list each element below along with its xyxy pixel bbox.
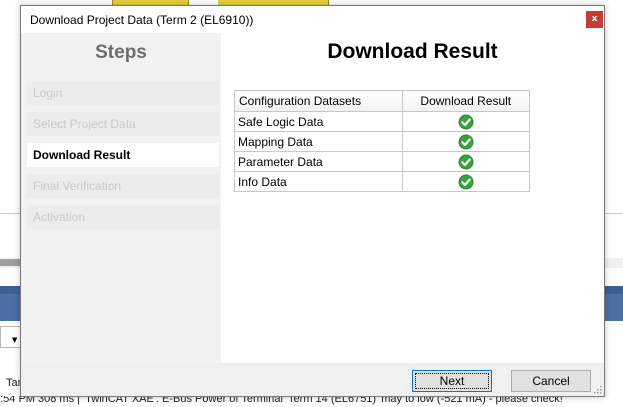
dataset-name: Parameter Data bbox=[234, 151, 403, 172]
step-activation: Activation bbox=[27, 205, 219, 229]
result-cell bbox=[401, 131, 531, 152]
check-success-icon bbox=[458, 114, 474, 129]
check-success-icon bbox=[458, 134, 474, 149]
step-login: Login bbox=[27, 81, 219, 105]
screen: ▼ Targ 3:54 PM 308 ms | 'TwinCAT XAE': E… bbox=[0, 0, 623, 407]
background-dropdown[interactable] bbox=[0, 326, 22, 348]
result-cell bbox=[401, 111, 531, 132]
dialog-title: Download Project Data (Term 2 (EL6910)) bbox=[30, 13, 254, 27]
dataset-name: Info Data bbox=[234, 171, 403, 192]
result-cell bbox=[401, 151, 531, 172]
step-select-project-data: Select Project Data bbox=[27, 112, 219, 136]
step-download-result: Download Result bbox=[27, 143, 219, 167]
title-bar[interactable]: Download Project Data (Term 2 (EL6910)) … bbox=[21, 6, 604, 33]
download-dialog: Download Project Data (Term 2 (EL6910)) … bbox=[20, 5, 605, 397]
button-bar: Next Cancel bbox=[21, 363, 604, 396]
chevron-down-icon: ▼ bbox=[12, 336, 18, 344]
close-button[interactable]: x bbox=[586, 11, 603, 28]
background-scroll-thumb[interactable] bbox=[0, 259, 22, 266]
table-row[interactable]: Info Data bbox=[234, 171, 531, 192]
log-text: 3:54 PM 308 ms | 'TwinCAT XAE': E-Bus Po… bbox=[0, 396, 563, 405]
table-row[interactable]: Safe Logic Data bbox=[234, 111, 531, 132]
check-success-icon bbox=[458, 174, 474, 189]
next-button[interactable]: Next bbox=[412, 370, 492, 392]
check-success-icon bbox=[458, 154, 474, 169]
resize-grip-icon[interactable] bbox=[594, 386, 602, 394]
table-row[interactable]: Parameter Data bbox=[234, 151, 531, 172]
dataset-name: Mapping Data bbox=[234, 131, 403, 152]
cancel-button[interactable]: Cancel bbox=[511, 370, 591, 392]
step-final-verification: Final Verification bbox=[27, 174, 219, 198]
table-header-row: Configuration Datasets Download Result bbox=[234, 90, 531, 112]
steps-panel: Steps Login Select Project Data Download… bbox=[21, 33, 221, 363]
page-title: Download Result bbox=[327, 40, 498, 63]
dataset-name: Safe Logic Data bbox=[234, 111, 403, 132]
background-log-line: 3:54 PM 308 ms | 'TwinCAT XAE': E-Bus Po… bbox=[0, 396, 623, 407]
steps-heading: Steps bbox=[95, 42, 147, 63]
download-result-table: Configuration Datasets Download Result S… bbox=[234, 90, 531, 192]
column-header-result: Download Result bbox=[401, 90, 531, 112]
result-cell bbox=[401, 171, 531, 192]
column-header-datasets: Configuration Datasets bbox=[234, 90, 403, 112]
table-row[interactable]: Mapping Data bbox=[234, 131, 531, 152]
